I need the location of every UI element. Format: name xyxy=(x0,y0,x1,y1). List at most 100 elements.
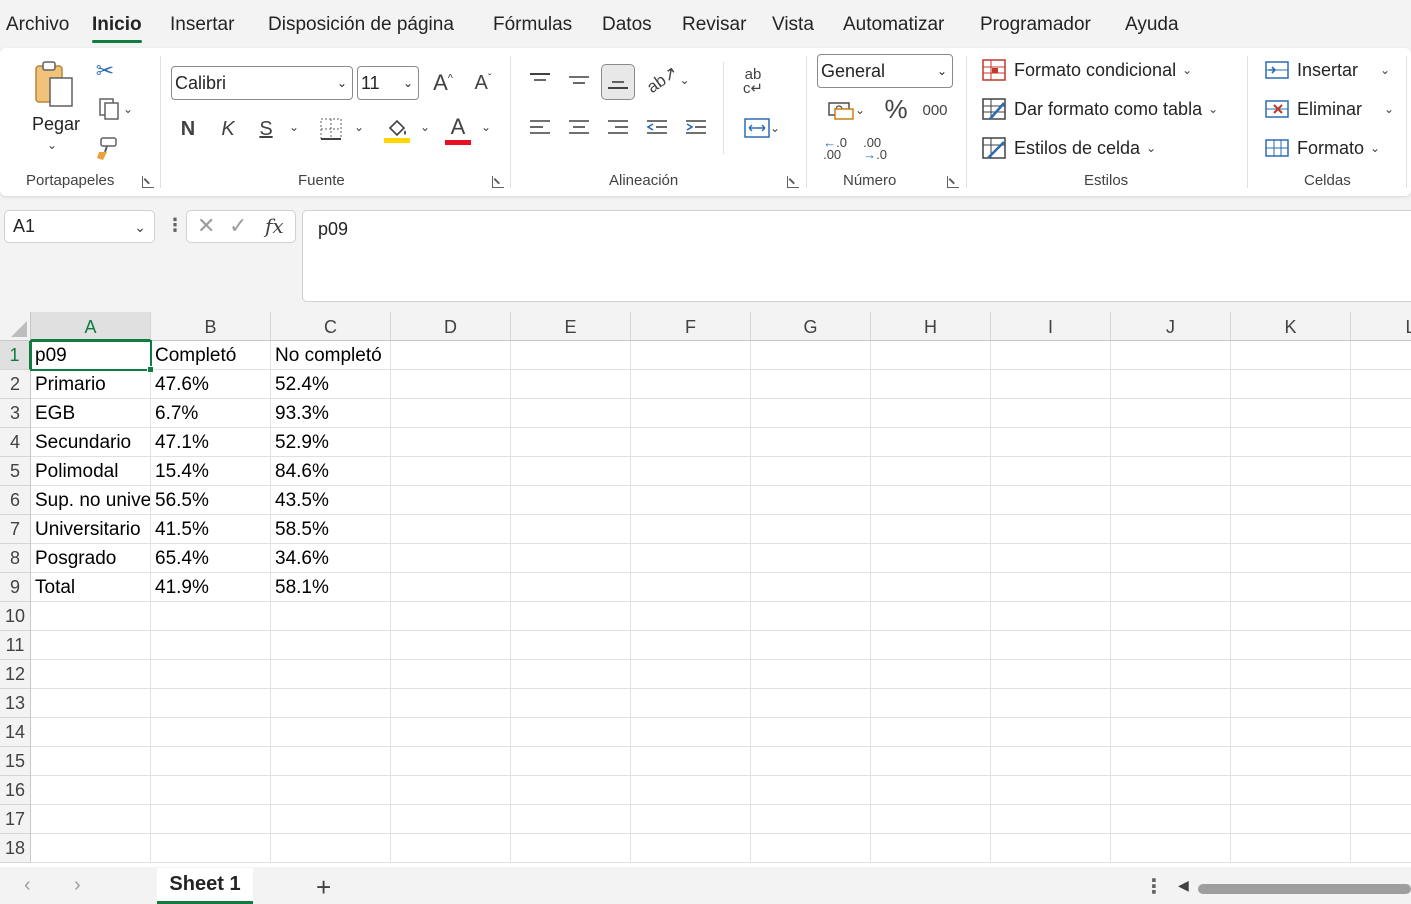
cell[interactable] xyxy=(1231,573,1351,602)
borders-button[interactable] xyxy=(316,114,346,144)
cell[interactable] xyxy=(991,776,1111,805)
row-header[interactable]: 10 xyxy=(0,602,31,631)
cell[interactable]: Completó xyxy=(151,341,271,370)
cell[interactable] xyxy=(1231,834,1351,863)
cell[interactable] xyxy=(271,602,391,631)
cell[interactable] xyxy=(871,457,991,486)
cell[interactable]: Primario xyxy=(31,370,151,399)
cell[interactable] xyxy=(391,486,511,515)
cell[interactable] xyxy=(751,341,871,370)
insert-function-icon[interactable]: fx xyxy=(265,214,284,238)
cell[interactable]: 58.5% xyxy=(271,515,391,544)
format-painter-button[interactable] xyxy=(92,134,120,162)
cell[interactable] xyxy=(1351,718,1411,747)
merge-center-button[interactable]: ⌄ xyxy=(736,114,788,142)
cell[interactable] xyxy=(151,776,271,805)
cell[interactable] xyxy=(751,718,871,747)
tab-insertar[interactable]: Insertar xyxy=(170,14,234,36)
cell[interactable] xyxy=(391,689,511,718)
tab-archivo[interactable]: Archivo xyxy=(6,14,69,36)
cell[interactable] xyxy=(1231,457,1351,486)
row-header[interactable]: 13 xyxy=(0,689,31,718)
cell[interactable] xyxy=(1351,515,1411,544)
cell[interactable] xyxy=(751,573,871,602)
column-header[interactable]: L xyxy=(1351,312,1411,341)
cell[interactable]: No completó xyxy=(271,341,391,370)
cell[interactable] xyxy=(151,689,271,718)
cell[interactable] xyxy=(1231,544,1351,573)
cell[interactable] xyxy=(1111,515,1231,544)
cell[interactable] xyxy=(151,834,271,863)
cell[interactable] xyxy=(751,428,871,457)
clipboard-launcher-icon[interactable] xyxy=(142,176,154,188)
tab-datos[interactable]: Datos xyxy=(602,14,652,36)
cell[interactable]: Universitario xyxy=(31,515,151,544)
cell[interactable] xyxy=(1351,660,1411,689)
select-all-button[interactable] xyxy=(0,312,31,341)
cell[interactable] xyxy=(511,631,631,660)
cell[interactable] xyxy=(1231,805,1351,834)
tab-inicio[interactable]: Inicio xyxy=(92,14,142,36)
cell[interactable]: Secundario xyxy=(31,428,151,457)
cell[interactable] xyxy=(751,776,871,805)
cell[interactable] xyxy=(391,457,511,486)
cell[interactable] xyxy=(511,718,631,747)
cell[interactable] xyxy=(31,776,151,805)
cell[interactable] xyxy=(1111,486,1231,515)
cell[interactable] xyxy=(871,718,991,747)
copy-button[interactable]: ⌄ xyxy=(90,96,140,122)
cell[interactable]: 15.4% xyxy=(151,457,271,486)
row-header[interactable]: 17 xyxy=(0,805,31,834)
scroll-left-arrow-icon[interactable]: ◀ xyxy=(1178,877,1189,894)
cell[interactable] xyxy=(1351,834,1411,863)
italic-button[interactable]: K xyxy=(214,114,242,144)
insert-cells-button[interactable]: Insertar ⌄ xyxy=(1265,58,1390,82)
cell[interactable] xyxy=(871,602,991,631)
cell[interactable] xyxy=(1351,747,1411,776)
cell[interactable] xyxy=(631,544,751,573)
cell[interactable] xyxy=(511,486,631,515)
cell[interactable] xyxy=(631,776,751,805)
cell[interactable] xyxy=(751,805,871,834)
cell[interactable] xyxy=(1351,486,1411,515)
scroll-right-icon[interactable]: › xyxy=(74,874,81,897)
cell[interactable] xyxy=(1231,399,1351,428)
cut-button[interactable]: ✂ xyxy=(92,58,118,84)
cell[interactable] xyxy=(511,399,631,428)
cell[interactable]: 52.9% xyxy=(271,428,391,457)
cell[interactable] xyxy=(631,747,751,776)
cell[interactable] xyxy=(151,747,271,776)
column-header[interactable]: K xyxy=(1231,312,1351,341)
cell[interactable] xyxy=(751,689,871,718)
cell[interactable] xyxy=(991,805,1111,834)
cell[interactable] xyxy=(1351,457,1411,486)
align-bottom-button[interactable] xyxy=(601,64,635,100)
cell[interactable] xyxy=(511,544,631,573)
cell[interactable] xyxy=(871,341,991,370)
cell[interactable] xyxy=(871,805,991,834)
cell[interactable] xyxy=(991,399,1111,428)
cell[interactable] xyxy=(1231,602,1351,631)
currency-format-button[interactable]: ⌄ xyxy=(820,96,872,124)
cell[interactable] xyxy=(751,515,871,544)
cell[interactable] xyxy=(751,399,871,428)
column-header[interactable]: G xyxy=(751,312,871,341)
underline-button[interactable]: S xyxy=(252,114,280,144)
cell[interactable] xyxy=(391,776,511,805)
cell[interactable] xyxy=(991,689,1111,718)
font-color-button[interactable]: A xyxy=(443,114,473,146)
tab-revisar[interactable]: Revisar xyxy=(682,14,746,36)
orientation-button[interactable]: ab↗ ⌄ xyxy=(643,62,693,97)
confirm-icon[interactable]: ✓ xyxy=(229,213,247,239)
row-header[interactable]: 5 xyxy=(0,457,31,486)
cell[interactable] xyxy=(1111,776,1231,805)
cell[interactable] xyxy=(751,631,871,660)
cell[interactable] xyxy=(751,660,871,689)
cell[interactable]: 41.5% xyxy=(151,515,271,544)
add-sheet-icon[interactable]: + xyxy=(316,872,331,903)
spreadsheet-grid[interactable]: A B C D E F G H I J K L 1 p09 Completó No completó 2 Prim… xyxy=(0,312,1411,867)
cell[interactable] xyxy=(631,341,751,370)
align-right-button[interactable] xyxy=(604,114,632,142)
cell[interactable]: EGB xyxy=(31,399,151,428)
cell[interactable] xyxy=(751,486,871,515)
